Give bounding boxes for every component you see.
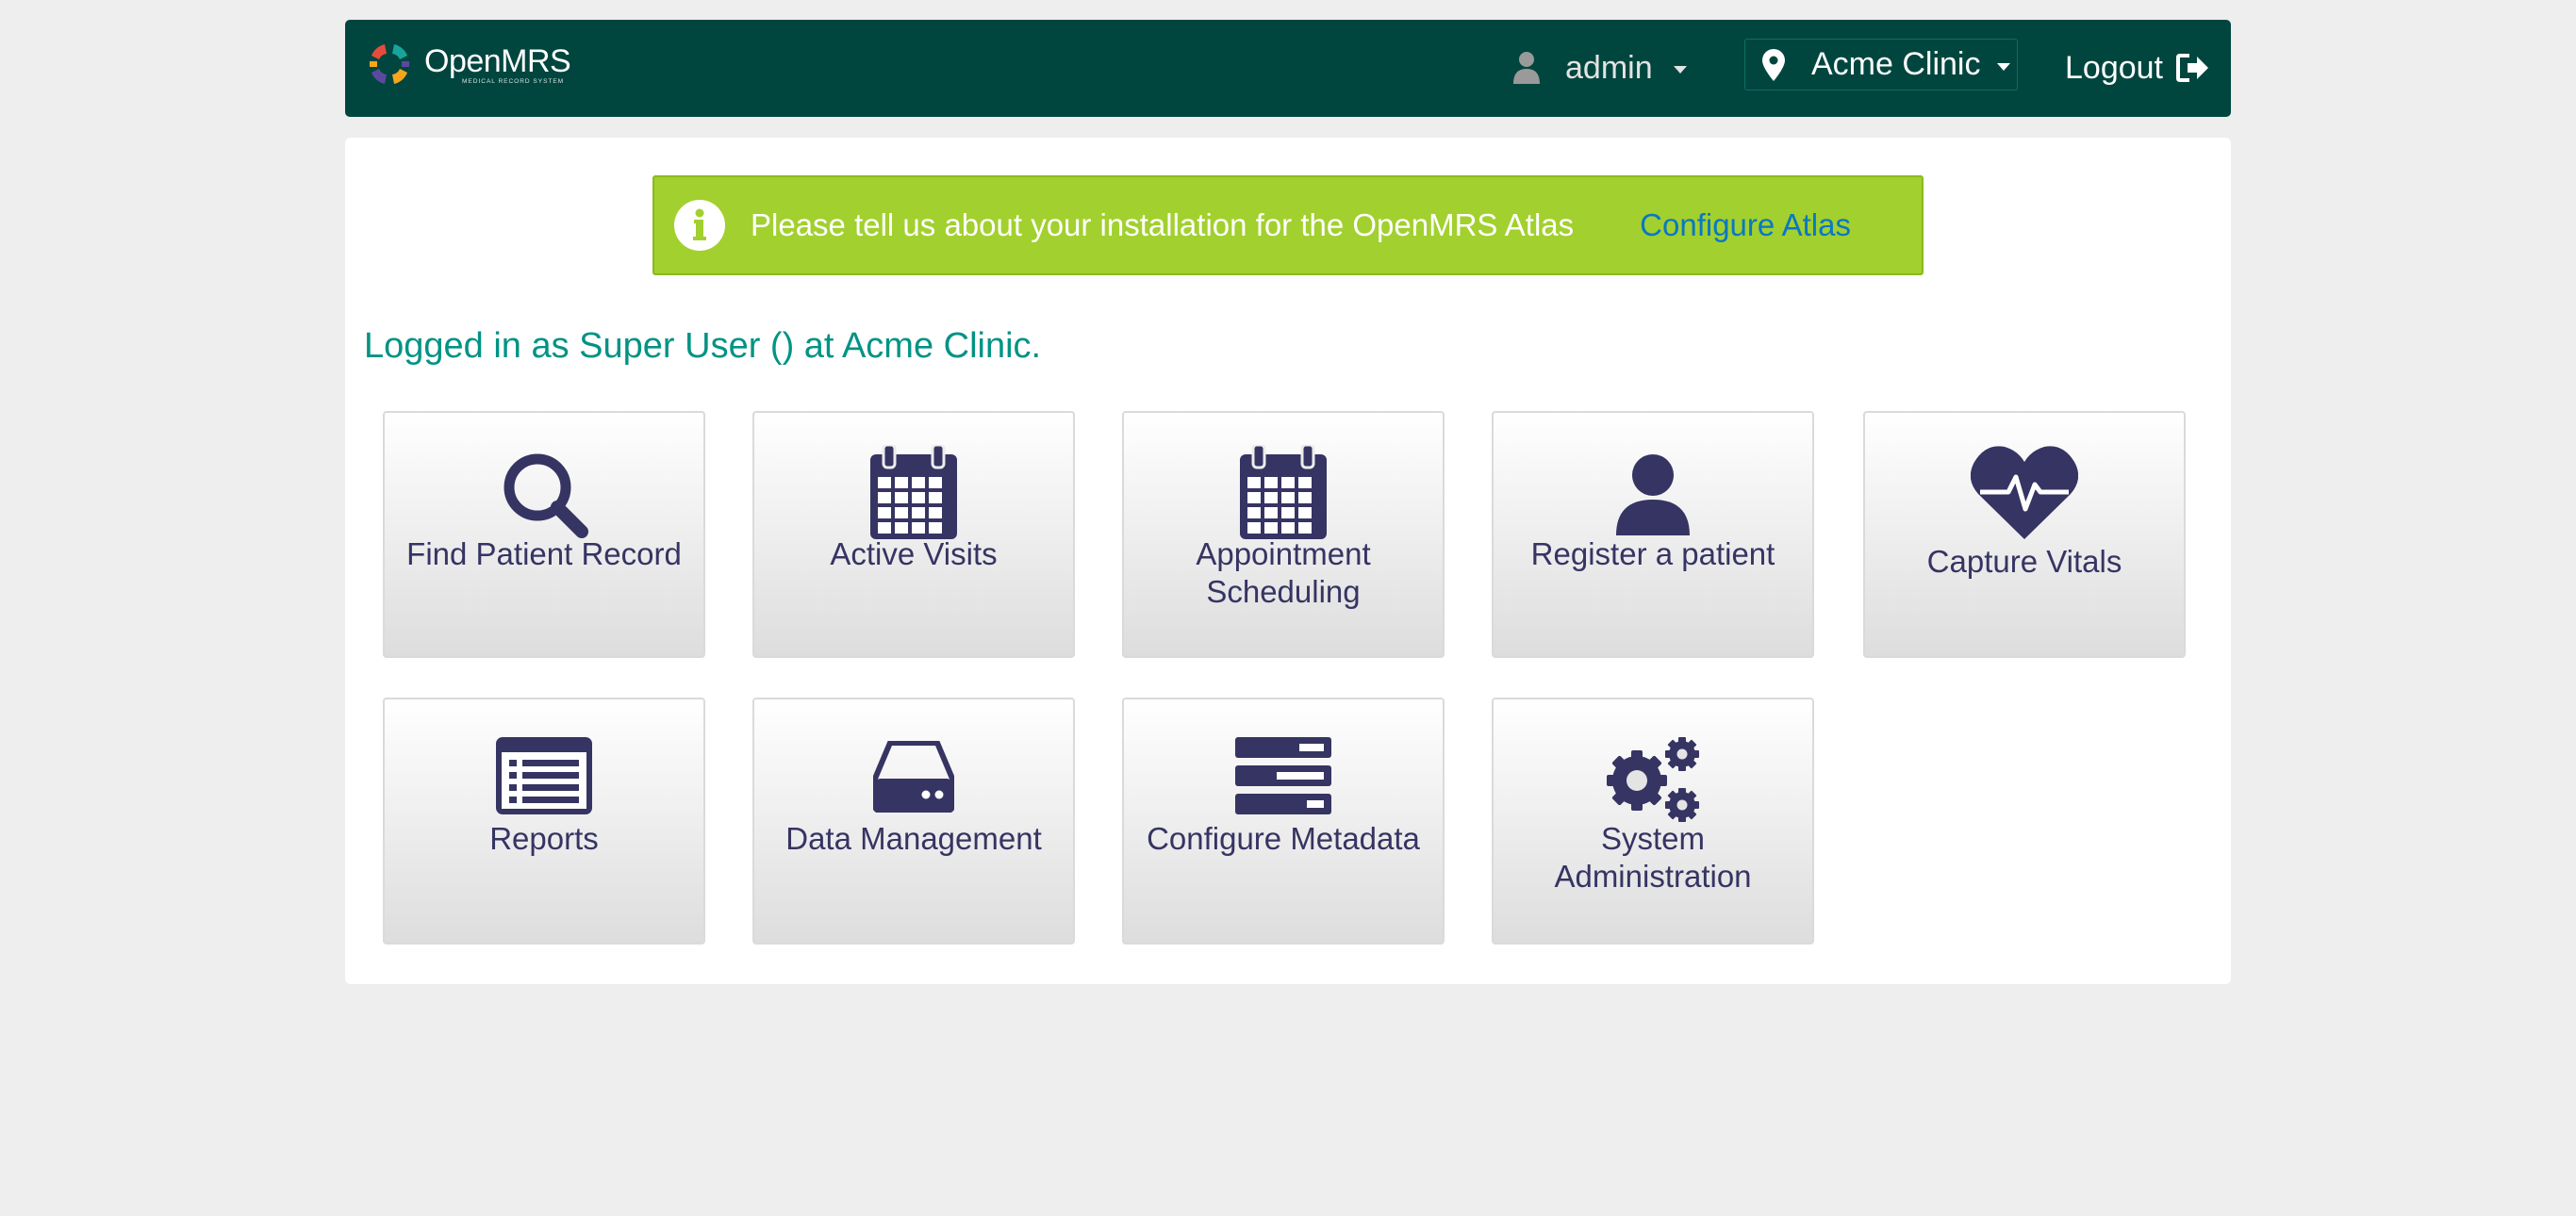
heartbeat-icon: [1971, 446, 2078, 539]
banner-message: Please tell us about your installation f…: [751, 207, 1575, 242]
logout-link[interactable]: Logout: [2065, 44, 2210, 91]
openmrs-logo[interactable]: OpenMRS MEDICAL RECORD SYSTEM: [364, 39, 571, 90]
user-icon: [1616, 454, 1690, 535]
tile-label: Reports: [489, 821, 599, 856]
tile-label-line2: Administration: [1554, 859, 1752, 894]
location-menu[interactable]: Acme Clinic: [1744, 39, 2018, 90]
app-active-visits[interactable]: Active Visits: [752, 411, 1075, 658]
tile-label-line1: Appointment: [1196, 536, 1371, 571]
tile-label-line2: Scheduling: [1206, 574, 1361, 609]
chevron-down-icon: [1673, 66, 1687, 74]
app-reports[interactable]: Reports: [383, 698, 705, 945]
configure-atlas-link[interactable]: Configure Atlas: [1640, 207, 1851, 243]
info-circle-icon: [674, 200, 725, 251]
gears-icon: [1607, 737, 1699, 822]
calendar-icon: [870, 445, 957, 539]
atlas-banner: Please tell us about your installation f…: [652, 175, 1924, 275]
app-data-management[interactable]: Data Management: [752, 698, 1075, 945]
tile-label: Active Visits: [830, 536, 998, 571]
main-content: Please tell us about your installation f…: [345, 138, 2231, 984]
tile-label: Data Management: [785, 821, 1042, 856]
tile-label: Register a patient: [1530, 536, 1775, 571]
location-menu-label: Acme Clinic: [1811, 46, 1981, 82]
tasks-icon: [1235, 737, 1331, 814]
chevron-down-icon: [1997, 62, 2011, 71]
logo-name: OpenMRS: [424, 42, 571, 79]
tile-label-line1: System: [1600, 821, 1706, 856]
openmrs-logo-icon: [370, 44, 409, 84]
sign-out-icon: [2176, 54, 2208, 82]
user-icon: [1513, 52, 1540, 84]
page: OpenMRS MEDICAL RECORD SYSTEM admin Acme…: [0, 0, 2576, 1216]
app-system-administration[interactable]: System Administration: [1492, 698, 1814, 945]
user-menu[interactable]: admin: [1512, 44, 1687, 91]
user-menu-label: admin: [1565, 49, 1653, 86]
logout-label: Logout: [2065, 49, 2163, 86]
calendar-icon: [1240, 445, 1327, 539]
hdd-icon: [873, 741, 954, 813]
tile-label: Capture Vitals: [1926, 544, 2122, 579]
app-appointment-scheduling[interactable]: Appointment Scheduling: [1122, 411, 1445, 658]
tile-label: Configure Metadata: [1147, 821, 1420, 856]
top-navbar: OpenMRS MEDICAL RECORD SYSTEM admin Acme…: [345, 20, 2231, 117]
logo-subtitle: MEDICAL RECORD SYSTEM: [462, 77, 565, 85]
app-find-patient-record[interactable]: Find Patient Record: [383, 411, 705, 658]
logo-text: OpenMRS MEDICAL RECORD SYSTEM: [424, 42, 571, 85]
search-icon: [504, 453, 588, 538]
list-alt-icon: [496, 737, 592, 814]
app-configure-metadata[interactable]: Configure Metadata: [1122, 698, 1445, 945]
map-marker-icon: [1762, 48, 1785, 81]
app-register-patient[interactable]: Register a patient: [1492, 411, 1814, 658]
tile-label: Find Patient Record: [406, 536, 682, 571]
logged-in-message: Logged in as Super User () at Acme Clini…: [364, 326, 1042, 366]
app-capture-vitals[interactable]: Capture Vitals: [1863, 411, 2186, 658]
